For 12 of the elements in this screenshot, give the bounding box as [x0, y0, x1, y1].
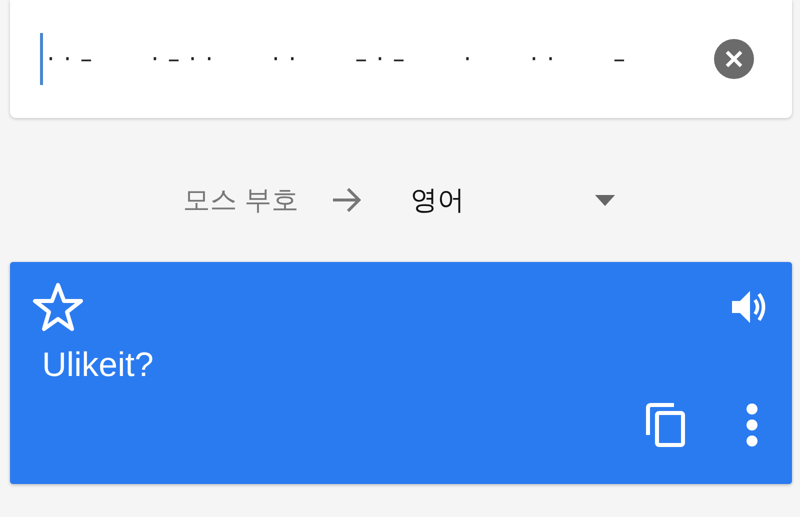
clear-button[interactable]	[714, 39, 754, 79]
text-cursor	[40, 33, 43, 85]
close-icon	[724, 49, 744, 69]
dropdown-icon[interactable]	[594, 194, 615, 206]
arrow-icon	[330, 186, 363, 214]
source-language[interactable]: 모스 부호	[183, 182, 299, 218]
more-icon[interactable]	[746, 403, 758, 447]
target-language[interactable]: 영어	[410, 182, 465, 218]
star-icon[interactable]	[32, 282, 84, 332]
copy-icon[interactable]	[646, 403, 686, 447]
translation-text: Ulikeit?	[42, 346, 154, 385]
input-field[interactable]: ··– ·–·· ·· –·– · ·· –	[47, 45, 714, 73]
